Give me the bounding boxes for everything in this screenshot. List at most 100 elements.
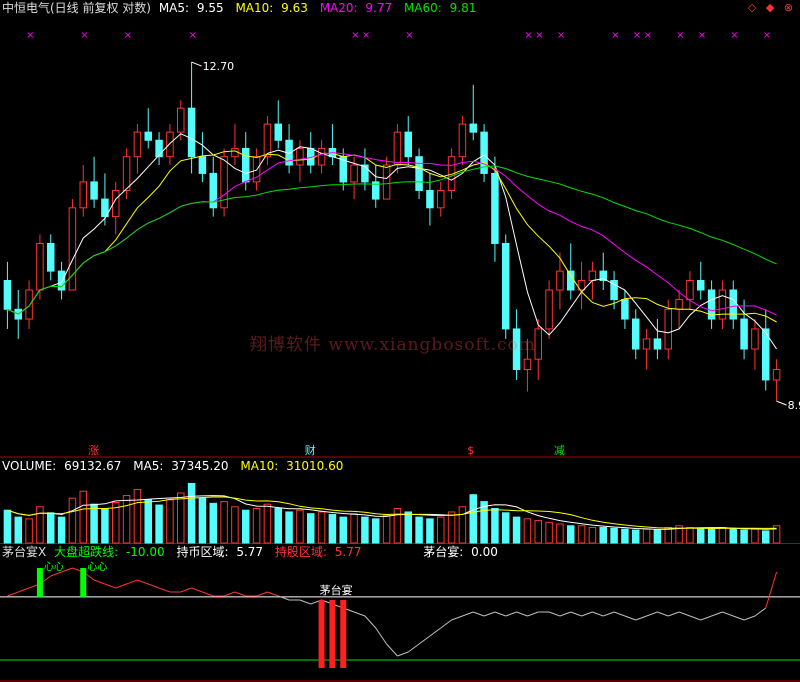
indicator-line: [527, 611, 539, 617]
candle-body: [177, 107, 185, 133]
indicator-line: [559, 611, 571, 617]
volume-bar: [209, 502, 217, 544]
indicator-line: [364, 615, 377, 629]
volume-bar: [491, 508, 499, 544]
indicator-line: [581, 611, 593, 617]
volume-bar: [567, 525, 575, 544]
candle-body: [469, 123, 477, 133]
candle-body: [556, 270, 564, 291]
candle-body: [772, 369, 781, 381]
vol-ma10-label: MA10: 31010.60: [240, 459, 344, 473]
indicator-line: [657, 611, 669, 617]
indicator-line: [462, 611, 474, 617]
candle-body: [653, 338, 662, 350]
candle-body: [36, 242, 44, 291]
indicator-line: [137, 579, 149, 585]
candle-body: [621, 299, 629, 320]
volume-bar: [47, 512, 55, 544]
s1-value: -10.00: [125, 545, 165, 559]
volume-bar: [101, 508, 109, 544]
signal-x-mark: ×: [80, 30, 88, 41]
candle-body: [675, 299, 683, 310]
candle-body: [350, 164, 358, 183]
indicator-line: [353, 611, 366, 617]
toolbar-icons[interactable]: ◇ ◆ ⊗: [748, 1, 796, 14]
volume-bar: [718, 526, 727, 544]
candle-body: [79, 181, 87, 209]
event-marker: $: [467, 444, 474, 457]
volume-bar: [25, 518, 33, 544]
indicator-line: [603, 611, 615, 617]
volume-bar: [133, 489, 142, 544]
indicator-line: [191, 587, 203, 593]
signal-x-mark: ×: [124, 30, 132, 41]
candle-body: [751, 328, 759, 350]
candle-body: [187, 107, 196, 158]
maotai-label: 茅台宴: [320, 583, 353, 597]
buy-signal-bar: [36, 568, 43, 597]
indicator-line: [668, 611, 680, 617]
buy-signal-bar: [80, 568, 87, 597]
volume-bar: [469, 494, 477, 544]
volume-bar: [155, 504, 163, 544]
signal-x-mark: ×: [730, 30, 738, 41]
volume-bar: [740, 529, 748, 544]
indicator-line: [234, 591, 246, 597]
indicator-line: [516, 611, 528, 617]
volume-bar: [68, 497, 77, 544]
indicator-line: [386, 643, 398, 657]
indicator-line: [267, 591, 279, 597]
candle-body: [686, 280, 694, 301]
ma10-label: MA10: 9.63: [235, 1, 308, 15]
s4-label: 茅台宴: 0.00: [423, 545, 498, 559]
candle-body: [545, 289, 553, 330]
indicator-line: [256, 591, 268, 597]
volume-bar: [166, 499, 174, 544]
candle-body: [155, 139, 163, 158]
signal-x-mark: ×: [557, 30, 565, 41]
indicator-line: [678, 611, 691, 617]
indicator-line: [375, 627, 387, 645]
candle-body: [458, 123, 467, 158]
volume-bar: [751, 528, 759, 544]
volume-bar: [762, 530, 770, 544]
volume-bar: [231, 506, 239, 544]
vol-ma5-value: 37345.20: [171, 459, 229, 473]
volume-label: VOLUME: 69132.67: [2, 459, 122, 473]
candle-body: [122, 156, 131, 191]
indicator-line: [126, 579, 138, 585]
ma60-label: MA60: 9.81: [403, 1, 477, 15]
volume-bar: [415, 516, 423, 544]
watermark: 翔博软件 www.xiangbosoft.com: [250, 335, 536, 355]
indicator-line: [483, 611, 496, 617]
volume-bar: [599, 526, 607, 544]
indicator-line: [570, 611, 582, 617]
volume-bar: [122, 495, 131, 544]
indicator-line: [646, 611, 658, 617]
signal-label-1: 心心: [44, 561, 64, 573]
candle-body: [664, 308, 672, 350]
signal-x-mark: ×: [535, 30, 543, 41]
volume-ma10-line: [7, 496, 777, 530]
maotai-bar: [329, 600, 336, 668]
volume-bar: [534, 520, 542, 544]
candle-body: [729, 289, 737, 320]
volume-bar: [404, 511, 412, 544]
candle-body: [588, 270, 597, 282]
indicator-name: 茅台宴X: [2, 545, 47, 559]
candle-body: [502, 242, 510, 330]
event-marker: 减: [554, 444, 565, 457]
signal-x-mark: ×: [676, 30, 684, 41]
candle-body: [491, 172, 499, 244]
volume-bar: [545, 521, 553, 544]
indicator-line: [429, 627, 442, 637]
vol-ma10-value: 31010.60: [286, 459, 344, 473]
indicator-line: [733, 615, 745, 621]
signal-x-mark: ×: [644, 30, 652, 41]
price-header: 中恒电气(日线 前复权 对数) MA5: 9.55 MA10: 9.63 MA2…: [2, 1, 484, 15]
volume-bar: [697, 527, 705, 544]
volume-bar: [502, 512, 510, 544]
volume-bar: [653, 529, 662, 544]
indicator-line: [223, 591, 236, 597]
signal-x-mark: ×: [351, 30, 359, 41]
